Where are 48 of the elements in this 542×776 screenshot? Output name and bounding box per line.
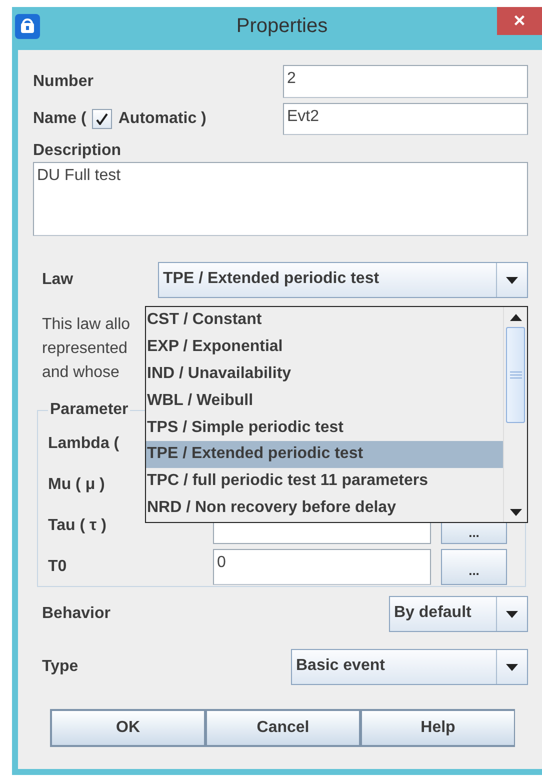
law-option[interactable]: TPE / Extended periodic test (146, 441, 503, 468)
automatic-checkbox[interactable] (92, 109, 112, 129)
name-label: Name ( (33, 110, 86, 128)
window-title: Properties (236, 15, 328, 39)
browse-button[interactable]: ... (441, 548, 507, 584)
automatic-label: Automatic ) (118, 110, 206, 128)
law-option[interactable]: TPS / Simple periodic test (146, 414, 503, 442)
parameter-field[interactable] (213, 522, 431, 544)
parameter-label: T0 (48, 558, 67, 576)
parameter-label: Lambda ( (48, 434, 120, 452)
scrollbar[interactable] (503, 307, 527, 522)
law-description-text: This law allo (42, 315, 130, 335)
app-icon (15, 14, 40, 39)
behavior-dropdown[interactable]: By default (389, 596, 528, 632)
law-option[interactable]: IND / Unavailability (146, 360, 503, 388)
law-dropdown[interactable]: TPE / Extended periodic test (158, 262, 528, 298)
parameter-label: Mu ( μ ) (48, 476, 105, 494)
scroll-thumb[interactable] (506, 327, 525, 423)
parameter-field[interactable]: 0 (213, 548, 431, 584)
law-description-text: represented (42, 339, 128, 359)
caret-icon (510, 314, 522, 320)
description-label: Description (33, 142, 122, 160)
dialog-button[interactable]: OK (50, 709, 205, 747)
description-field[interactable]: DU Full test (33, 162, 528, 236)
law-description-text: and whose (42, 363, 120, 383)
caret-icon (510, 508, 522, 516)
caret-icon (506, 664, 518, 670)
law-option[interactable]: NRD / Non recovery before delay (146, 495, 503, 522)
parameter-label: Tau ( τ ) (48, 516, 106, 534)
parameters-title: Parameter (49, 401, 130, 419)
law-option[interactable]: WBL / Weibull (146, 388, 503, 414)
caret-icon (506, 610, 518, 618)
type-dropdown[interactable]: Basic event (291, 649, 528, 685)
check-icon (96, 113, 108, 125)
behavior-label: Behavior (42, 605, 110, 623)
type-label: Type (42, 658, 78, 676)
name-field[interactable]: Evt2 (283, 103, 528, 135)
close-button[interactable]: × (497, 7, 542, 35)
law-option[interactable]: TPC / full periodic test 11 parameters (146, 468, 503, 496)
number-field[interactable]: 2 (283, 65, 528, 98)
law-option[interactable]: EXP / Exponential (146, 334, 503, 361)
browse-button[interactable]: ... (441, 522, 507, 544)
dialog-button[interactable]: Help (360, 709, 515, 747)
law-label: Law (42, 271, 74, 289)
number-label: Number (33, 72, 94, 90)
dialog-button[interactable]: Cancel (205, 709, 360, 747)
caret-icon (506, 276, 518, 284)
law-option[interactable]: CST / Constant (146, 307, 503, 334)
